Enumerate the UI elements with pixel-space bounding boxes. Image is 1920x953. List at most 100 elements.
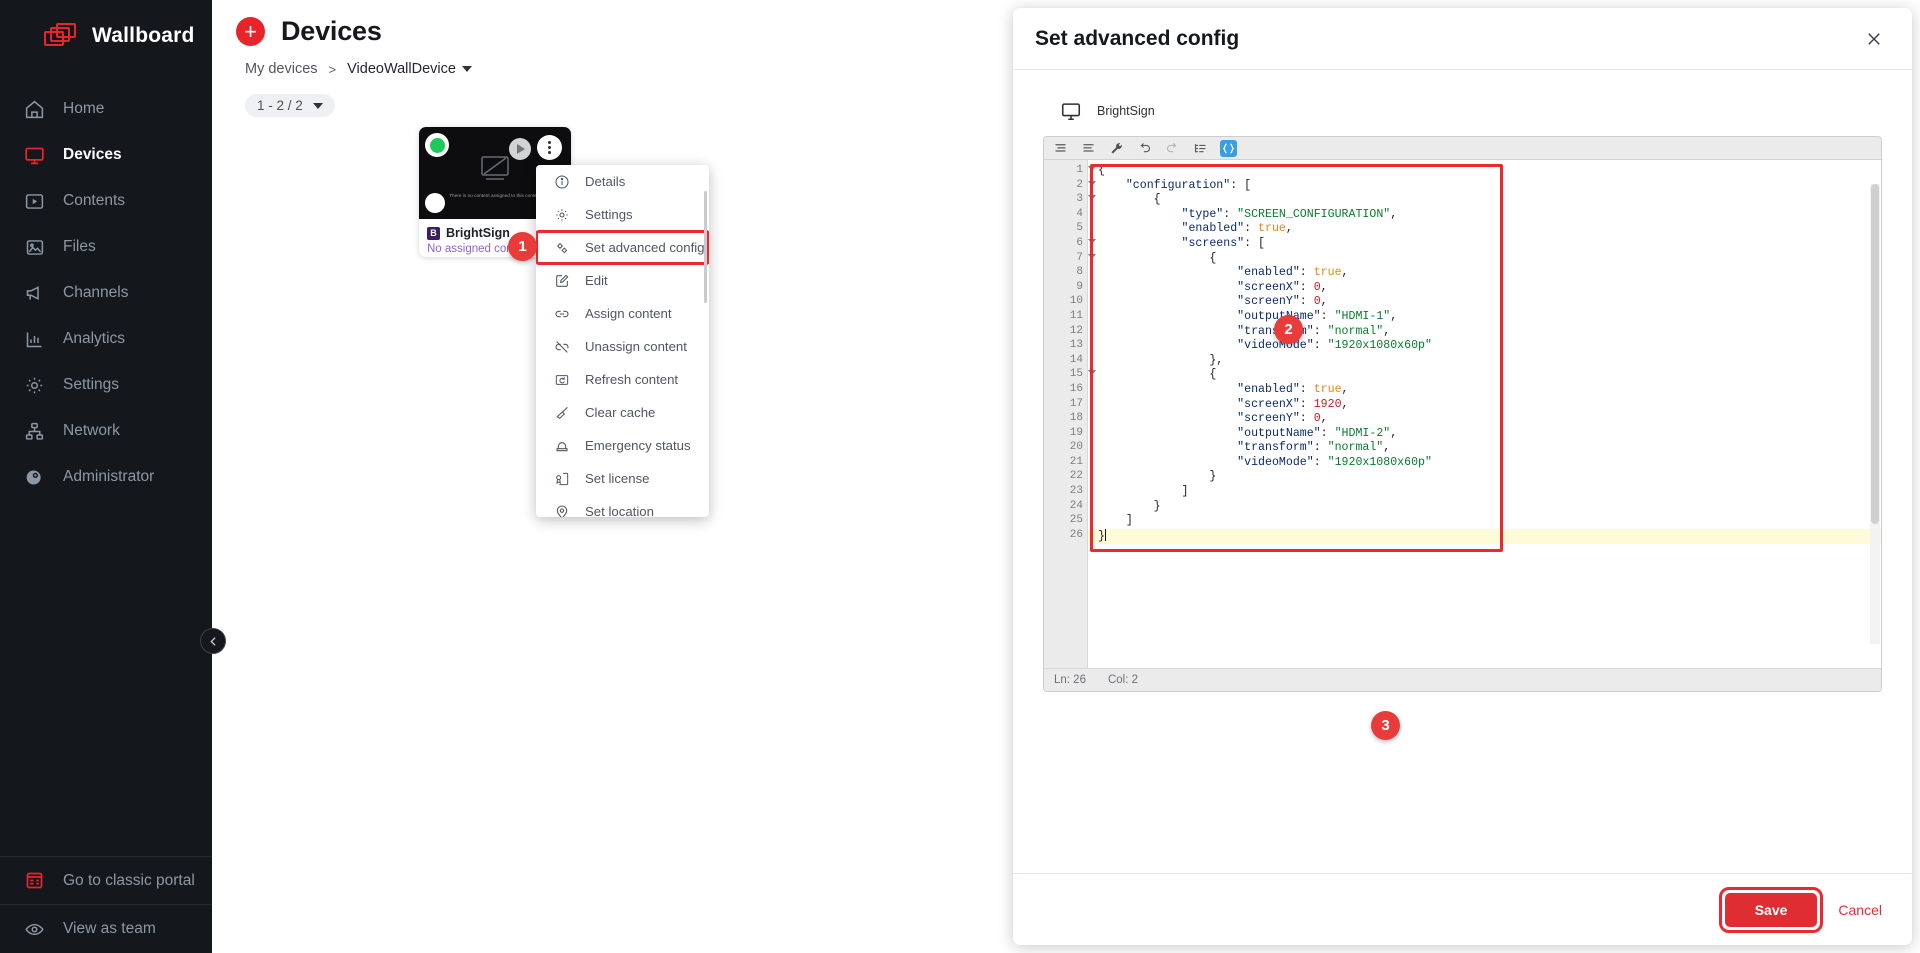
menu-item-set-location[interactable]: Set location xyxy=(536,495,709,517)
siren-icon xyxy=(553,437,570,454)
menu-item-set-license[interactable]: Set license xyxy=(536,462,709,495)
menu-item-set-advanced-config[interactable]: Set advanced config xyxy=(536,230,709,265)
sidebar-item-network[interactable]: Network xyxy=(0,408,212,454)
status-badge xyxy=(425,133,449,157)
wallboard-logo-icon xyxy=(44,23,78,49)
sidebar-label-settings: Settings xyxy=(63,376,120,393)
sidebar-item-settings[interactable]: Settings xyxy=(0,362,212,408)
repair-wrench-icon[interactable] xyxy=(1108,140,1125,157)
sidebar-bottom-links: Go to classic portal View as team xyxy=(0,856,212,953)
pagination-dropdown[interactable]: 1 - 2 / 2 xyxy=(245,94,335,117)
menu-label-assign-content: Assign content xyxy=(585,306,672,321)
network-icon xyxy=(22,419,46,443)
modal-header: Set advanced config xyxy=(1013,8,1912,70)
editor-toolbar xyxy=(1044,137,1881,160)
editor-column-indicator: Col: 2 xyxy=(1107,674,1139,686)
save-button-highlight: Save xyxy=(1718,886,1824,933)
editor-code[interactable]: { "configuration": [ { "type": "SCREEN_C… xyxy=(1088,160,1881,668)
menu-label-emergency-status: Emergency status xyxy=(585,438,691,453)
sidebar-label-home: Home xyxy=(63,100,105,117)
chevron-left-icon xyxy=(209,636,216,646)
image-icon xyxy=(22,235,46,259)
code-view-icon[interactable] xyxy=(1220,139,1237,157)
sidebar-item-classic-portal[interactable]: Go to classic portal xyxy=(0,857,212,905)
app-root: Wallboard Home Devices Contents Files Ch… xyxy=(0,0,1920,953)
broom-icon xyxy=(553,404,570,421)
device-actions-menu-button[interactable] xyxy=(537,135,562,160)
editor-vertical-scrollbar[interactable] xyxy=(1870,184,1880,644)
menu-item-unassign-content[interactable]: Unassign content xyxy=(536,330,709,363)
menu-item-refresh-content[interactable]: Refresh content xyxy=(536,363,709,396)
bar-chart-icon xyxy=(22,327,46,351)
no-image-icon xyxy=(479,155,511,181)
menu-item-assign-content[interactable]: Assign content xyxy=(536,297,709,330)
device-name: BrightSign xyxy=(446,226,510,240)
sidebar-item-analytics[interactable]: Analytics xyxy=(0,316,212,362)
modal-footer: Save Cancel xyxy=(1013,873,1912,945)
annotation-badge-3: 3 xyxy=(1371,711,1400,740)
sidebar-label-administrator: Administrator xyxy=(63,468,155,485)
monitor-icon xyxy=(22,143,46,167)
sidebar-label-channels: Channels xyxy=(63,284,129,301)
breadcrumb-current-label: VideoWallDevice xyxy=(347,61,456,77)
modal-device-name: BrightSign xyxy=(1097,104,1155,118)
sidebar-label-view-as-team: View as team xyxy=(63,920,156,937)
brand: Wallboard xyxy=(0,0,212,72)
undo-icon[interactable] xyxy=(1136,140,1153,157)
redo-icon[interactable] xyxy=(1164,140,1181,157)
gear-icon xyxy=(553,206,570,223)
brightsign-badge-icon: B xyxy=(427,226,440,240)
eye-icon xyxy=(22,917,46,941)
compact-json-icon[interactable] xyxy=(1052,140,1069,157)
preview-play-button[interactable] xyxy=(509,138,531,160)
cancel-button[interactable]: Cancel xyxy=(1838,902,1882,918)
menu-label-set-advanced-config: Set advanced config xyxy=(585,240,705,255)
location-icon xyxy=(553,503,570,517)
chevron-down-icon xyxy=(312,102,323,109)
modal-body: BrightSign 1 2 3 4 5 6 7 8 9 10 11 12 13 14 15 16 17 18 19… xyxy=(1013,70,1912,873)
breadcrumb-root[interactable]: My devices xyxy=(245,61,318,77)
editor-status-bar: Ln: 26 Col: 2 xyxy=(1044,668,1881,691)
menu-label-set-location: Set location xyxy=(585,504,654,517)
sidebar-collapse-button[interactable] xyxy=(200,628,226,654)
editor-line-numbers: 1 2 3 4 5 6 7 8 9 10 11 12 13 14 15 16 17 18 19 20 21 22 23 24 2… xyxy=(1044,160,1096,668)
admin-icon xyxy=(22,465,46,489)
sidebar-item-administrator[interactable]: Administrator xyxy=(0,454,212,500)
menu-label-details: Details xyxy=(585,174,626,189)
menu-item-clear-cache[interactable]: Clear cache xyxy=(536,396,709,429)
sidebar: Wallboard Home Devices Contents Files Ch… xyxy=(0,0,212,953)
add-device-button[interactable]: + xyxy=(236,17,265,46)
sidebar-item-view-as-team[interactable]: View as team xyxy=(0,905,212,953)
sidebar-item-files[interactable]: Files xyxy=(0,224,212,270)
sidebar-item-home[interactable]: Home xyxy=(0,86,212,132)
tree-view-icon[interactable] xyxy=(1192,140,1209,157)
close-icon[interactable] xyxy=(1861,26,1887,52)
breadcrumb-current[interactable]: VideoWallDevice xyxy=(347,61,472,77)
menu-label-set-license: Set license xyxy=(585,471,650,486)
pagination-label: 1 - 2 / 2 xyxy=(257,98,303,113)
menu-item-emergency-status[interactable]: Emergency status xyxy=(536,429,709,462)
menu-item-edit[interactable]: Edit xyxy=(536,264,709,297)
menu-label-clear-cache: Clear cache xyxy=(585,405,656,420)
device-context-menu: Details Settings Set advanced config Edi… xyxy=(536,165,709,517)
menu-label-refresh-content: Refresh content xyxy=(585,372,679,387)
save-button[interactable]: Save xyxy=(1724,892,1818,927)
modal-device-row: BrightSign xyxy=(1060,100,1882,122)
sidebar-item-contents[interactable]: Contents xyxy=(0,178,212,224)
refresh-icon xyxy=(553,371,570,388)
context-menu-scrollbar[interactable] xyxy=(704,191,707,303)
sidebar-label-files: Files xyxy=(63,238,96,255)
license-icon xyxy=(553,470,570,487)
set-advanced-config-modal: Set advanced config BrightSign 1 2 3 4 5… xyxy=(1013,8,1912,945)
format-json-icon[interactable] xyxy=(1080,140,1097,157)
monitor-icon xyxy=(1060,100,1082,122)
sidebar-nav: Home Devices Contents Files Channels Ana… xyxy=(0,86,212,500)
menu-item-details[interactable]: Details xyxy=(536,165,709,198)
sidebar-item-channels[interactable]: Channels xyxy=(0,270,212,316)
megaphone-icon xyxy=(22,281,46,305)
sidebar-label-analytics: Analytics xyxy=(63,330,126,347)
editor-area[interactable]: 1 2 3 4 5 6 7 8 9 10 11 12 13 14 15 16 17 18 19 20 21 22 23 24 2… xyxy=(1044,160,1881,668)
sidebar-item-devices[interactable]: Devices xyxy=(0,132,212,178)
menu-item-settings[interactable]: Settings xyxy=(536,198,709,231)
